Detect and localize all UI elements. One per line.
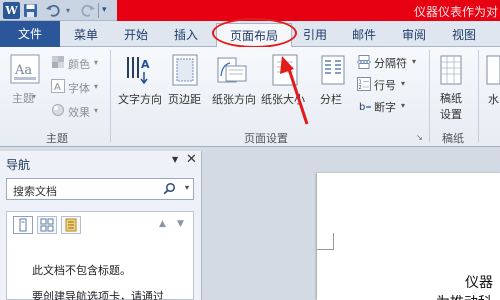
text-direction-icon[interactable]: A	[124, 54, 154, 86]
undo-icon[interactable]	[44, 2, 61, 19]
quick-access-divider	[98, 3, 99, 18]
nav-results-panel: ▲ ▼ 此文档不包含标题。 要创建导航选项卡，请通过	[6, 211, 194, 300]
effects-label[interactable]: 效果	[68, 104, 90, 120]
navigation-pane: 导航 ▼ ✕ 搜索文档 ▾ ▲ ▼ 此文档不包含标题。 要创建导航选项卡，请通过	[0, 151, 202, 300]
close-icon[interactable]: ✕	[186, 152, 197, 167]
nav-empty-message: 此文档不包含标题。	[32, 264, 131, 277]
nav-pane-options-icon[interactable]: ▼	[172, 155, 178, 164]
customize-quick-access-icon[interactable]: ▾	[102, 5, 114, 17]
page-setup-dialog-launcher-icon[interactable]: ↘	[416, 133, 423, 142]
columns-icon[interactable]	[321, 55, 345, 85]
nav-search-input[interactable]: 搜索文档	[13, 183, 57, 199]
draft-settings-label-1[interactable]: 稿纸	[440, 90, 462, 106]
document-area: 仪器 为推动科	[203, 151, 500, 300]
themes-icon[interactable]: Aa	[10, 54, 40, 84]
results-view-icon[interactable]	[61, 216, 81, 234]
tab-view[interactable]: 视图	[442, 23, 486, 47]
redo-icon[interactable]	[80, 2, 97, 19]
search-options-icon[interactable]: ▾	[185, 183, 189, 192]
document-text-line-1[interactable]: 仪器	[465, 272, 493, 292]
draft-paper-icon[interactable]	[440, 55, 462, 85]
orientation-label[interactable]: 纸张方向	[212, 91, 256, 107]
headings-view-icon[interactable]	[13, 216, 33, 234]
ribbon-tab-bar: 文件 菜单 开始 插入 页面布局 引用 邮件 审阅 视图	[0, 21, 500, 48]
line-numbers-icon[interactable]: 12	[357, 77, 371, 91]
ribbon-group-divider	[478, 50, 479, 142]
theme-group-label: 主题	[46, 132, 68, 145]
tab-menu[interactable]: 菜单	[64, 23, 108, 47]
page-size-label[interactable]: 纸张大小	[261, 91, 305, 107]
search-icon[interactable]	[163, 182, 176, 198]
page-size-icon[interactable]	[272, 54, 298, 86]
svg-text:A: A	[141, 58, 150, 71]
title-bar: W ▾ ▾ 仪器仪表作为对	[0, 0, 500, 21]
tab-mailings[interactable]: 邮件	[342, 23, 386, 47]
nav-help-message: 要创建导航选项卡，请通过	[32, 290, 164, 300]
nav-search-box[interactable]: 搜索文档 ▾	[6, 178, 194, 200]
line-numbers-label[interactable]: 行号	[374, 77, 396, 93]
ribbon-group-divider	[429, 50, 430, 142]
tab-file[interactable]: 文件	[0, 21, 60, 47]
themes-label[interactable]: 主题	[12, 90, 34, 106]
svg-text:b: b	[359, 102, 365, 113]
pages-view-icon[interactable]	[37, 216, 57, 234]
svg-text:A: A	[54, 82, 61, 93]
margins-label[interactable]: 页边距	[168, 91, 201, 107]
tab-home[interactable]: 开始	[114, 23, 158, 47]
draft-settings-label-2[interactable]: 设置	[440, 106, 462, 122]
undo-dropdown-icon[interactable]: ▾	[62, 2, 74, 19]
tab-page-layout[interactable]: 页面布局	[216, 23, 292, 48]
ribbon-group-divider	[110, 50, 111, 142]
breaks-label[interactable]: 分隔符	[374, 55, 407, 71]
fonts-icon[interactable]: A	[51, 79, 65, 93]
effects-icon[interactable]	[51, 103, 65, 117]
breaks-icon[interactable]	[357, 55, 371, 69]
tab-insert[interactable]: 插入	[164, 23, 208, 47]
word-logo-icon[interactable]: W	[3, 2, 20, 19]
themes-dropdown-icon: ▾	[32, 92, 37, 101]
breaks-dropdown-icon: ▾	[412, 57, 417, 66]
margins-icon[interactable]	[172, 54, 198, 86]
colors-dropdown-icon: ▾	[94, 58, 99, 67]
fonts-dropdown-icon: ▾	[94, 82, 99, 91]
draft-group-label: 稿纸	[442, 132, 464, 145]
svg-text:2: 2	[359, 85, 362, 91]
red-title-banner: 仪器仪表作为对	[117, 0, 500, 21]
watermark-label[interactable]: 水	[488, 91, 499, 107]
previous-result-icon[interactable]: ▲	[159, 219, 166, 229]
columns-label[interactable]: 分栏	[320, 91, 342, 107]
margin-corner-mark	[317, 233, 334, 250]
hyphenation-label[interactable]: 断字	[374, 99, 396, 115]
fonts-label[interactable]: 字体	[68, 80, 90, 96]
hyphenation-icon[interactable]: b	[358, 99, 372, 113]
colors-icon[interactable]	[51, 55, 65, 69]
text-direction-label[interactable]: 文字方向	[118, 91, 162, 107]
colors-label[interactable]: 颜色	[68, 56, 90, 72]
nav-pane-title: 导航	[6, 158, 31, 172]
next-result-icon[interactable]: ▼	[177, 219, 184, 229]
document-text-line-2[interactable]: 为推动科	[436, 292, 492, 300]
orientation-icon[interactable]	[216, 56, 248, 86]
tab-review[interactable]: 审阅	[392, 23, 436, 47]
banner-text: 仪器仪表作为对	[413, 5, 498, 19]
page-setup-group-label: 页面设置	[244, 132, 288, 145]
hyphenation-dropdown-icon: ▾	[401, 101, 406, 110]
line-numbers-dropdown-icon: ▾	[401, 79, 406, 88]
tab-references[interactable]: 引用	[296, 23, 334, 47]
watermark-icon[interactable]	[486, 55, 500, 85]
save-icon[interactable]	[22, 2, 39, 19]
svg-text:Aa: Aa	[14, 63, 32, 78]
effects-dropdown-icon: ▾	[94, 106, 99, 115]
